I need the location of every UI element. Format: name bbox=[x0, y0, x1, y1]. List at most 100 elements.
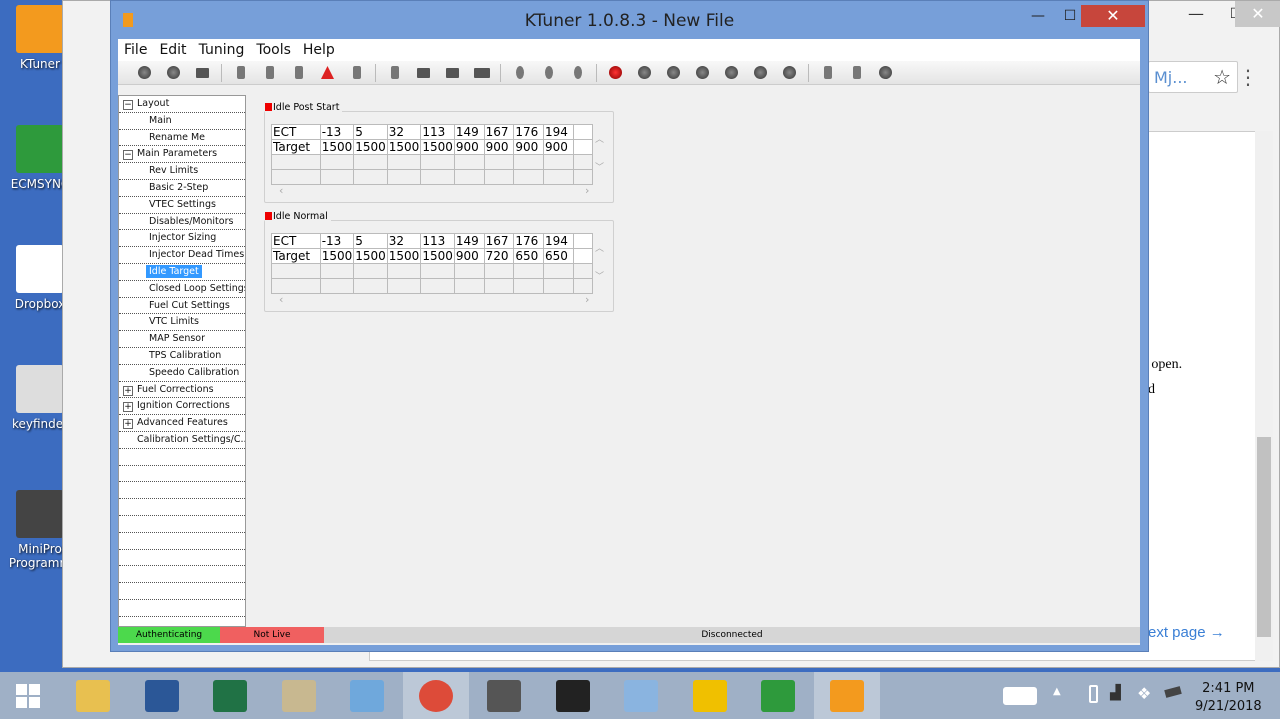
table-cell[interactable]: 1500 bbox=[353, 139, 388, 155]
tree-item-advanced-features[interactable]: + Advanced Features bbox=[119, 415, 245, 432]
scroll-left-icon[interactable]: ‹ bbox=[279, 184, 283, 197]
scroll-up-icon[interactable]: ︿ bbox=[595, 235, 604, 263]
tree-item-main-parameters[interactable]: − Main Parameters bbox=[119, 146, 245, 164]
browser-menu-icon[interactable]: ⋮ bbox=[1238, 65, 1258, 89]
show-hidden-icons[interactable]: ▲ bbox=[1053, 686, 1061, 697]
zoom-in-button[interactable] bbox=[534, 63, 563, 83]
scrollbar-thumb[interactable] bbox=[1257, 437, 1271, 637]
pause-button[interactable] bbox=[717, 63, 746, 83]
table-cell[interactable] bbox=[271, 154, 321, 170]
table-cell[interactable] bbox=[513, 278, 545, 294]
expand-icon[interactable]: + bbox=[123, 419, 133, 430]
table-cell[interactable]: 1500 bbox=[420, 139, 455, 155]
table-cell[interactable]: 1500 bbox=[386, 139, 422, 155]
table-cell[interactable]: 176 bbox=[513, 233, 545, 249]
scroll-down-icon[interactable]: ﹀ bbox=[595, 263, 604, 291]
table-cell[interactable]: 1500 bbox=[319, 139, 355, 155]
table-cell[interactable] bbox=[319, 278, 355, 294]
menu-help[interactable]: Help bbox=[303, 42, 335, 61]
table-cell[interactable]: 32 bbox=[386, 233, 422, 249]
table-cell[interactable] bbox=[420, 278, 455, 294]
tree-item-rename-me[interactable]: Rename Me bbox=[119, 130, 245, 147]
taskbar-app-chrome[interactable] bbox=[402, 672, 469, 719]
tree-item-calibration-settings-c-[interactable]: Calibration Settings/C... bbox=[119, 432, 245, 449]
tree-item-idle-target[interactable]: Idle Target bbox=[119, 264, 245, 281]
scroll-down-icon[interactable]: ﹀ bbox=[595, 154, 604, 182]
forward-end-button[interactable] bbox=[775, 63, 804, 83]
taskbar-app-word[interactable] bbox=[129, 672, 195, 719]
table-cell[interactable] bbox=[386, 278, 422, 294]
table-cell[interactable] bbox=[483, 263, 515, 279]
table-cell[interactable]: 1500 bbox=[420, 248, 455, 264]
menu-edit[interactable]: Edit bbox=[159, 42, 186, 61]
record-button[interactable] bbox=[601, 63, 630, 83]
table-cell[interactable] bbox=[271, 263, 321, 279]
row-header[interactable]: Target bbox=[271, 139, 321, 155]
scroll-right-icon[interactable]: › bbox=[585, 293, 589, 306]
row-header[interactable]: ECT bbox=[271, 233, 321, 249]
zoom-out-button[interactable] bbox=[563, 63, 592, 83]
table-cell[interactable]: 1500 bbox=[353, 248, 388, 264]
scroll-up-icon[interactable]: ︿ bbox=[595, 126, 604, 154]
table-cell[interactable] bbox=[420, 263, 455, 279]
close-button[interactable]: ✕ bbox=[1081, 5, 1145, 27]
table-cell[interactable] bbox=[453, 278, 485, 294]
tree-item-vtec-settings[interactable]: VTEC Settings bbox=[119, 197, 245, 214]
table-cell[interactable] bbox=[513, 154, 545, 170]
table-cell[interactable]: 149 bbox=[453, 124, 485, 140]
tree-item-basic-2-step[interactable]: Basic 2-Step bbox=[119, 180, 245, 197]
table-cell[interactable]: 194 bbox=[543, 233, 574, 249]
help-button[interactable] bbox=[871, 63, 900, 83]
rewind-button[interactable] bbox=[659, 63, 688, 83]
table-cell[interactable]: 5 bbox=[353, 124, 388, 140]
tree-item-injector-dead-times[interactable]: Injector Dead Times bbox=[119, 247, 245, 264]
collapse-icon[interactable]: − bbox=[123, 100, 133, 110]
upload-button[interactable] bbox=[284, 63, 313, 83]
table-cell[interactable] bbox=[353, 169, 388, 185]
tree-item-layout[interactable]: − Layout bbox=[119, 96, 245, 113]
tree-item-rev-limits[interactable]: Rev Limits bbox=[119, 163, 245, 180]
taskbar-app-ktuner[interactable] bbox=[813, 672, 880, 719]
table-cell[interactable]: 113 bbox=[420, 124, 455, 140]
table-cell[interactable]: 113 bbox=[420, 233, 455, 249]
table-cell[interactable] bbox=[483, 154, 515, 170]
disconnect-button[interactable] bbox=[130, 63, 159, 83]
table-cell[interactable] bbox=[353, 278, 388, 294]
display-button[interactable] bbox=[342, 63, 371, 83]
rewind-start-button[interactable] bbox=[630, 63, 659, 83]
clock[interactable]: 2:41 PM 9/21/2018 bbox=[1195, 680, 1262, 716]
table-cell[interactable] bbox=[572, 278, 594, 294]
signal-icon[interactable]: ▟ bbox=[1110, 685, 1121, 701]
table-cell[interactable] bbox=[572, 154, 594, 170]
table-cell[interactable] bbox=[543, 278, 574, 294]
table-cell[interactable]: 900 bbox=[453, 139, 485, 155]
tree-item-map-sensor[interactable]: MAP Sensor bbox=[119, 331, 245, 348]
table-cell[interactable] bbox=[353, 154, 388, 170]
expand-icon[interactable]: + bbox=[123, 385, 133, 396]
table-cell[interactable]: 720 bbox=[483, 248, 515, 264]
next-page-link[interactable]: ext page → bbox=[1148, 624, 1225, 641]
taskbar-app-hondata[interactable] bbox=[677, 672, 743, 719]
tree-item-injector-sizing[interactable]: Injector Sizing bbox=[119, 230, 245, 248]
tree-item-disables-monitors[interactable]: Disables/Monitors bbox=[119, 214, 245, 231]
menu-file[interactable]: File bbox=[124, 42, 147, 61]
tree-item-tps-calibration[interactable]: TPS Calibration bbox=[119, 348, 245, 365]
play-button[interactable] bbox=[688, 63, 717, 83]
tool-button[interactable] bbox=[380, 63, 409, 83]
table-cell[interactable]: 900 bbox=[513, 139, 545, 155]
table-cell[interactable] bbox=[319, 263, 355, 279]
tree-item-vtc-limits[interactable]: VTC Limits bbox=[119, 314, 245, 332]
connect-button[interactable] bbox=[159, 63, 188, 83]
table-cell[interactable]: 900 bbox=[453, 248, 485, 264]
menu-tuning[interactable]: Tuning bbox=[199, 42, 245, 61]
tree-item-fuel-corrections[interactable]: + Fuel Corrections bbox=[119, 382, 245, 399]
vertical-scrollbar[interactable]: ︿ ﹀ bbox=[595, 235, 604, 291]
table-cell[interactable] bbox=[420, 169, 455, 185]
table-cell[interactable] bbox=[513, 263, 545, 279]
collapse-icon[interactable]: − bbox=[123, 150, 133, 161]
table-cell[interactable] bbox=[353, 263, 388, 279]
table-cell[interactable] bbox=[543, 263, 574, 279]
download-button[interactable] bbox=[255, 63, 284, 83]
table-cell[interactable] bbox=[386, 169, 422, 185]
table-cell[interactable] bbox=[420, 154, 455, 170]
